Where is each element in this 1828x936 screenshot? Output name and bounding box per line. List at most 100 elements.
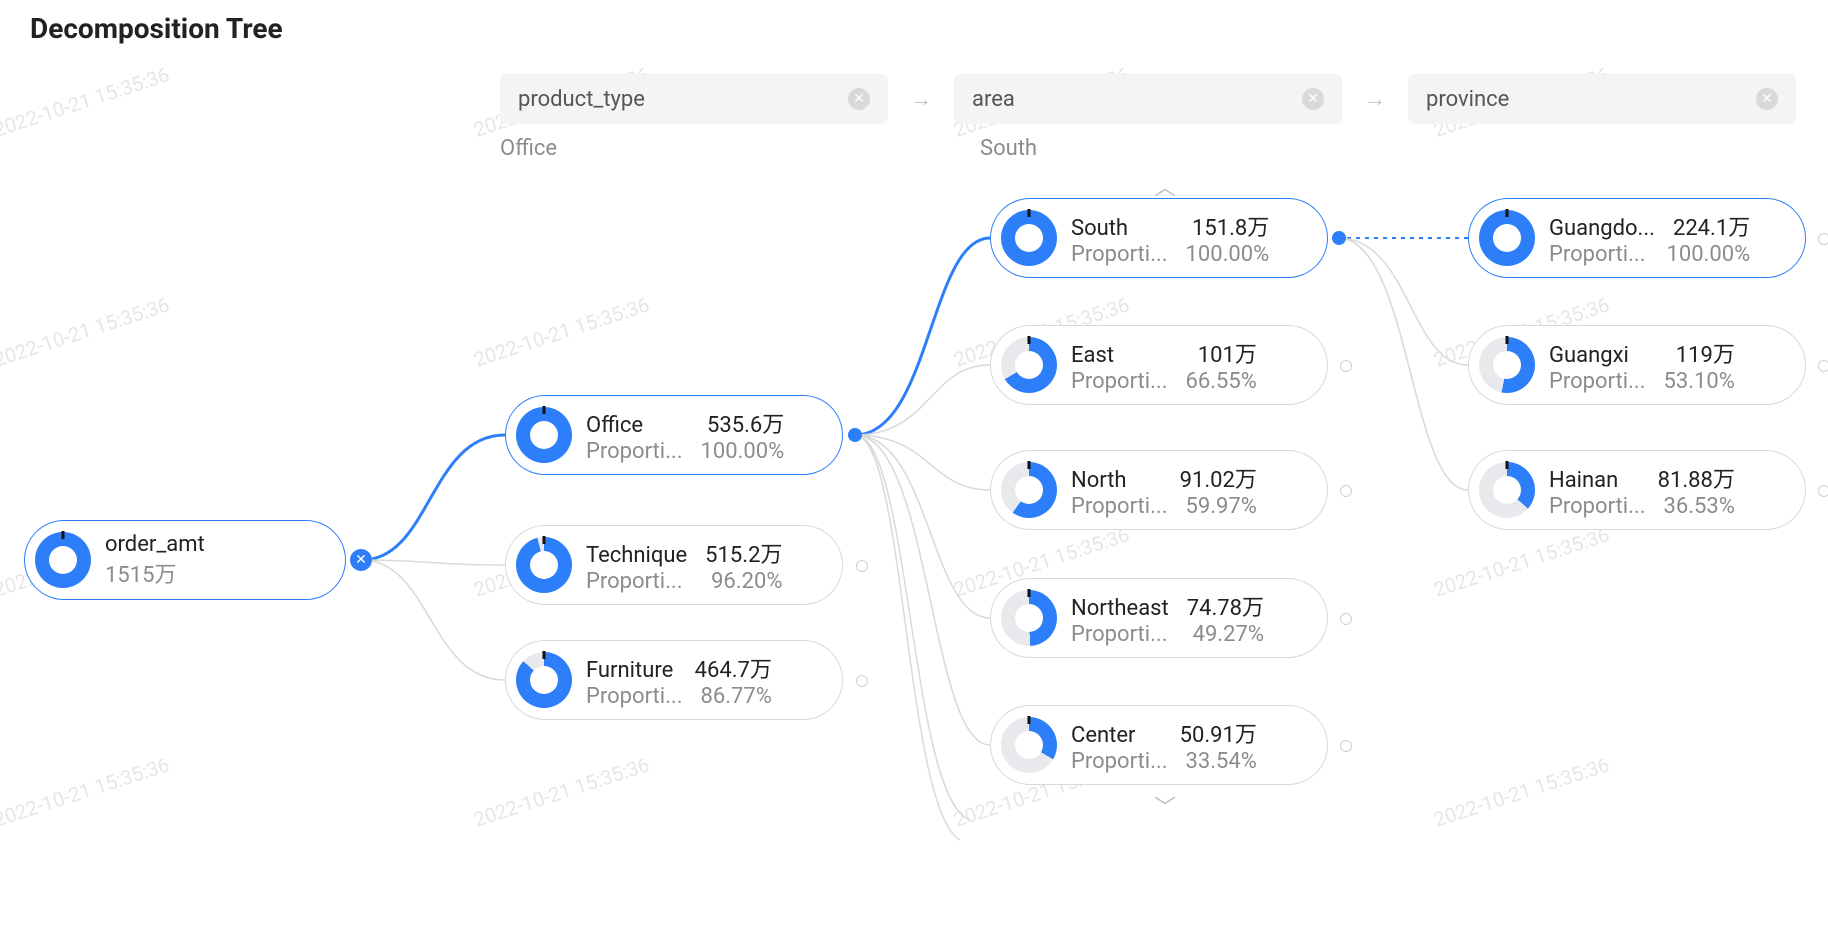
arrow-right-icon: →: [910, 86, 932, 112]
node-name: South: [1071, 216, 1128, 241]
expand-port[interactable]: [848, 428, 862, 442]
proportion-label: Proporti...: [1549, 369, 1646, 394]
node-name: Technique: [586, 543, 687, 568]
expand-port[interactable]: [1818, 233, 1828, 245]
node-value: 535.6万: [707, 407, 784, 439]
tree-node[interactable]: North91.02万Proporti...59.97%: [990, 450, 1328, 530]
proportion-label: Proporti...: [586, 684, 683, 709]
expand-port[interactable]: [1818, 485, 1828, 497]
proportion-label: Proporti...: [1071, 622, 1168, 647]
node-pct: 100.00%: [701, 439, 785, 464]
tree-node-root[interactable]: order_amt 1515万: [24, 520, 346, 600]
donut-icon: [1479, 462, 1535, 518]
node-pct: 96.20%: [711, 569, 782, 594]
page-title: Decomposition Tree: [30, 12, 283, 45]
donut-icon: [516, 407, 572, 463]
watermark: 2022-10-21 15:35:36: [471, 292, 653, 371]
watermark: 2022-10-21 15:35:36: [1431, 522, 1613, 601]
node-value: 50.91万: [1180, 717, 1257, 749]
donut-icon: [1479, 210, 1535, 266]
proportion-label: Proporti...: [586, 439, 683, 464]
dimension-selected-value: Office: [500, 136, 557, 161]
tree-node[interactable]: Guangxi119万Proporti...53.10%: [1468, 325, 1806, 405]
donut-icon: [516, 537, 572, 593]
node-pct: 33.54%: [1186, 749, 1257, 774]
tree-node[interactable]: Northeast 74.78万 Proporti... 49.27%: [990, 578, 1328, 658]
tree-node[interactable]: Technique 515.2万 Proporti... 96.20%: [505, 525, 843, 605]
node-value: 515.2万: [705, 537, 782, 569]
collapse-icon[interactable]: ✕: [350, 549, 372, 571]
node-pct: 66.55%: [1186, 369, 1257, 394]
node-value: 464.7万: [695, 652, 772, 684]
node-name: Furniture: [586, 658, 673, 683]
node-value: 224.1万: [1673, 210, 1750, 242]
tree-node[interactable]: Center 50.91万 Proporti... 33.54%: [990, 705, 1328, 785]
dimension-pill-area[interactable]: area ✕: [954, 74, 1342, 124]
node-name: Northeast: [1071, 596, 1169, 621]
proportion-label: Proporti...: [1549, 242, 1646, 267]
chevron-down-icon[interactable]: ﹀: [1154, 790, 1176, 822]
tree-node[interactable]: South 151.8万 Proporti... 100.00%: [990, 198, 1328, 278]
node-value: 91.02万: [1180, 462, 1257, 494]
node-name: East: [1071, 343, 1114, 368]
expand-port[interactable]: [1332, 231, 1346, 245]
node-pct: 53.10%: [1664, 369, 1735, 394]
donut-icon: [1001, 462, 1057, 518]
node-pct: 59.97%: [1186, 494, 1257, 519]
dimension-label: province: [1426, 87, 1509, 112]
decomposition-tree-canvas: Decomposition Tree 2022-10-21 15:35:36 2…: [0, 0, 1828, 936]
expand-port[interactable]: [1818, 360, 1828, 372]
tree-node[interactable]: Office 535.6万 Proporti... 100.00%: [505, 395, 843, 475]
expand-port[interactable]: [1340, 485, 1352, 497]
node-pct: 36.53%: [1664, 494, 1735, 519]
donut-icon: [35, 532, 91, 588]
tree-node[interactable]: Hainan81.88万Proporti...36.53%: [1468, 450, 1806, 530]
watermark: 2022-10-21 15:35:36: [0, 62, 172, 141]
node-pct: 100.00%: [1186, 242, 1270, 267]
tree-node[interactable]: Guangdo... 224.1万 Proporti... 100.00%: [1468, 198, 1806, 278]
dimension-label: product_type: [518, 87, 645, 112]
arrow-right-icon: →: [1364, 86, 1386, 112]
node-name: Office: [586, 413, 643, 438]
proportion-label: Proporti...: [586, 569, 683, 594]
node-value: 151.8万: [1192, 210, 1269, 242]
proportion-label: Proporti...: [1071, 242, 1168, 267]
close-icon[interactable]: ✕: [1302, 88, 1324, 110]
donut-icon: [1001, 590, 1057, 646]
node-value: 1515万: [105, 557, 176, 589]
proportion-label: Proporti...: [1071, 749, 1168, 774]
node-value: 101万: [1198, 337, 1257, 369]
expand-port[interactable]: [856, 560, 868, 572]
node-name: Center: [1071, 723, 1135, 748]
expand-port[interactable]: [1340, 360, 1352, 372]
node-pct: 49.27%: [1193, 622, 1264, 647]
watermark: 2022-10-21 15:35:36: [471, 752, 653, 831]
watermark: 2022-10-21 15:35:36: [0, 752, 172, 831]
proportion-label: Proporti...: [1549, 494, 1646, 519]
expand-port[interactable]: [856, 675, 868, 687]
dimension-pill-province[interactable]: province ✕: [1408, 74, 1796, 124]
expand-port[interactable]: [1340, 740, 1352, 752]
donut-icon: [1001, 210, 1057, 266]
dimension-label: area: [972, 87, 1015, 112]
dimension-row: product_type ✕ → area ✕ → province ✕: [500, 74, 1796, 124]
close-icon[interactable]: ✕: [1756, 88, 1778, 110]
donut-icon: [1001, 337, 1057, 393]
watermark: 2022-10-21 15:35:36: [0, 292, 172, 371]
node-pct: 86.77%: [701, 684, 772, 709]
donut-icon: [1479, 337, 1535, 393]
proportion-label: Proporti...: [1071, 369, 1168, 394]
node-value: 74.78万: [1187, 590, 1264, 622]
donut-icon: [1001, 717, 1057, 773]
tree-node[interactable]: Furniture 464.7万 Proporti... 86.77%: [505, 640, 843, 720]
donut-icon: [516, 652, 572, 708]
dimension-selected-value: South: [980, 136, 1037, 161]
expand-port[interactable]: [1340, 613, 1352, 625]
close-icon[interactable]: ✕: [848, 88, 870, 110]
node-name: order_amt: [105, 532, 205, 557]
tree-node[interactable]: East 101万 Proporti... 66.55%: [990, 325, 1328, 405]
node-value: 81.88万: [1658, 462, 1735, 494]
node-pct: 100.00%: [1666, 242, 1750, 267]
dimension-pill-product-type[interactable]: product_type ✕: [500, 74, 888, 124]
node-name: Guangdo...: [1549, 216, 1655, 241]
